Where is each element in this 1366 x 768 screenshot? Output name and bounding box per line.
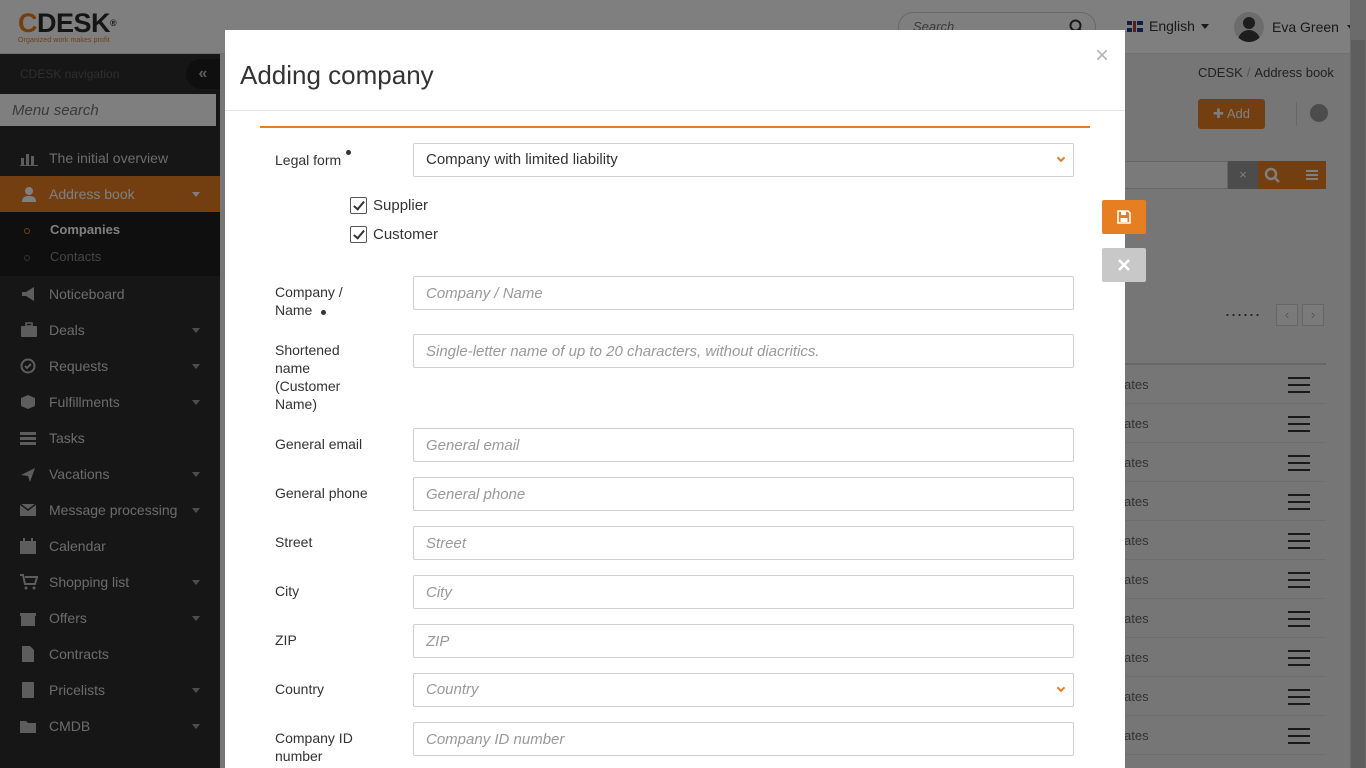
section-divider — [260, 126, 1090, 128]
company-name-input[interactable] — [413, 276, 1074, 310]
general-email-label: General email — [275, 436, 363, 452]
legal-form-value: Company with limited liability — [426, 151, 618, 168]
customer-checkbox-row[interactable]: Customer — [350, 226, 438, 243]
label-line: name — [275, 360, 311, 376]
city-input[interactable] — [413, 575, 1074, 609]
zip-input[interactable] — [413, 624, 1074, 658]
zip-label: ZIP — [275, 632, 297, 648]
label-line: Company ID — [275, 730, 353, 746]
chevron-down-icon — [1056, 153, 1066, 163]
cancel-button[interactable] — [1102, 248, 1146, 282]
label-line: Company / — [275, 284, 343, 300]
street-input[interactable] — [413, 526, 1074, 560]
country-select[interactable]: Country — [413, 673, 1074, 707]
required-label: Legal form — [275, 152, 342, 168]
street-label: Street — [275, 534, 313, 550]
city-label: City — [275, 583, 300, 599]
close-icon[interactable]: × — [1095, 44, 1109, 68]
short-name-input[interactable] — [413, 334, 1074, 368]
company-id-label: Company ID number — [275, 729, 353, 765]
label-line: Name) — [275, 396, 318, 412]
company-id-input[interactable] — [413, 722, 1074, 756]
country-placeholder: Country — [426, 681, 479, 698]
floppy-disk-icon — [1117, 210, 1131, 224]
customer-checkbox[interactable] — [350, 226, 367, 243]
general-phone-input[interactable] — [413, 477, 1074, 511]
legal-form-label: Legal form — [275, 151, 341, 169]
customer-label: Customer — [373, 226, 439, 243]
supplier-label: Supplier — [373, 197, 429, 214]
dialog-header: Adding company × — [225, 30, 1125, 111]
close-icon — [1118, 259, 1130, 271]
country-label: Country — [275, 681, 325, 697]
save-button[interactable] — [1102, 200, 1146, 234]
label-line: number — [275, 748, 323, 764]
add-company-dialog: Adding company × Legal form Company with… — [225, 30, 1125, 768]
general-phone-label: General phone — [275, 485, 368, 501]
required-label: Name — [275, 302, 313, 318]
company-name-label: Company / Name — [275, 283, 343, 319]
label-line: Shortened — [275, 342, 340, 358]
general-email-input[interactable] — [413, 428, 1074, 462]
chevron-down-icon — [1056, 683, 1066, 693]
short-name-label: Shortened name (Customer Name) — [275, 341, 340, 413]
supplier-checkbox-row[interactable]: Supplier — [350, 197, 428, 214]
supplier-checkbox[interactable] — [350, 197, 367, 214]
dialog-title: Adding company — [240, 60, 434, 90]
label-line: (Customer — [275, 378, 341, 394]
legal-form-select[interactable]: Company with limited liability — [413, 143, 1074, 177]
